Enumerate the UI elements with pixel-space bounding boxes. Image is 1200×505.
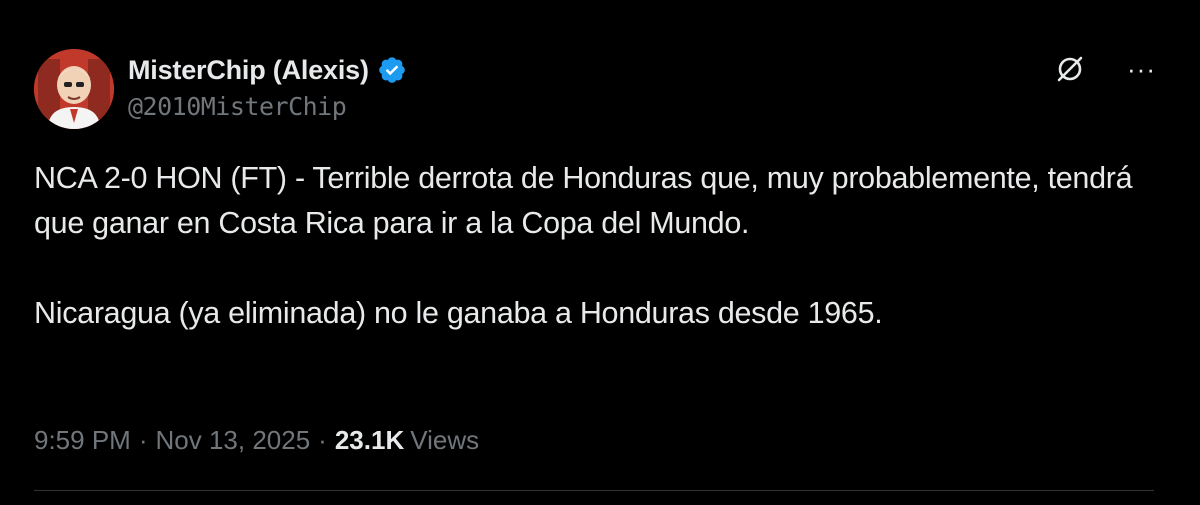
meta-separator: · bbox=[138, 425, 148, 455]
tweet-actions: ··· bbox=[1053, 52, 1156, 86]
avatar-caricature-icon bbox=[34, 49, 114, 129]
meta-separator: · bbox=[318, 425, 327, 455]
tweet-paragraph-2: Nicaragua (ya eliminada) no le ganaba a … bbox=[34, 296, 883, 330]
tweet-header: MisterChip (Alexis) @2010MisterChip bbox=[128, 50, 407, 121]
views-label: Views bbox=[410, 425, 480, 455]
divider bbox=[34, 490, 1154, 491]
tweet-card: MisterChip (Alexis) @2010MisterChip ··· … bbox=[0, 0, 1200, 505]
tweet-meta: 9:59 PM · Nov 13, 2025 · 23.1K Views bbox=[34, 425, 479, 456]
author-name-row: MisterChip (Alexis) bbox=[128, 50, 407, 90]
tweet-text: NCA 2-0 HON (FT) - Terrible derrota de H… bbox=[34, 156, 1144, 336]
verified-badge-icon[interactable] bbox=[377, 55, 407, 85]
author-display-name[interactable]: MisterChip (Alexis) bbox=[128, 55, 369, 86]
tweet-date[interactable]: Nov 13, 2025 bbox=[156, 425, 311, 456]
author-avatar[interactable] bbox=[34, 49, 114, 129]
more-options-icon[interactable]: ··· bbox=[1127, 56, 1156, 82]
tweet-paragraph-1: NCA 2-0 HON (FT) - Terrible derrota de H… bbox=[34, 161, 1133, 240]
views-count[interactable]: 23.1K bbox=[335, 425, 404, 456]
tweet-time[interactable]: 9:59 PM bbox=[34, 425, 131, 456]
grok-icon[interactable] bbox=[1053, 52, 1087, 86]
author-handle[interactable]: @2010MisterChip bbox=[128, 92, 407, 121]
